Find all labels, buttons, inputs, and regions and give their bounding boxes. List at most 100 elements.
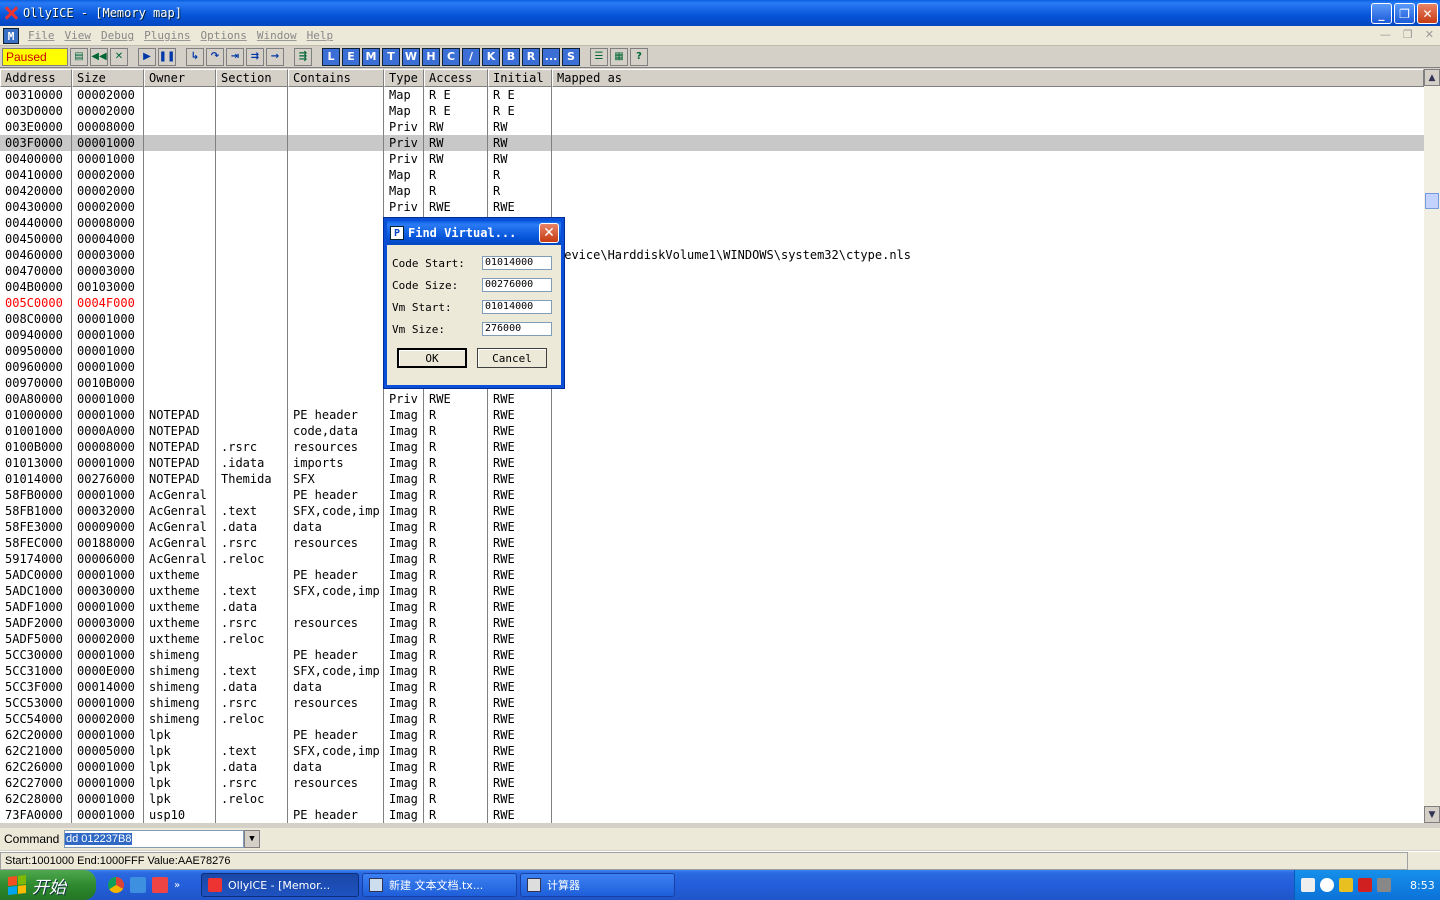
- table-row[interactable]: 62C27000 00001000 lpk .rsrc resources Imag R RW…: [0, 775, 1424, 791]
- run-icon[interactable]: ▶: [138, 47, 156, 66]
- table-row[interactable]: 58FE3000 00009000 AcGenral .data data Imag R RW…: [0, 519, 1424, 535]
- close-button[interactable]: ✕: [1417, 3, 1438, 24]
- handles-button[interactable]: H: [422, 47, 440, 66]
- table-row[interactable]: 01014000 00276000 NOTEPAD Themida SFX Imag R RW…: [0, 471, 1424, 487]
- table-row[interactable]: 01001000 0000A000 NOTEPAD code,data Imag R RWE: [0, 423, 1424, 439]
- start-button[interactable]: 开始: [0, 870, 96, 900]
- shield-icon[interactable]: [1339, 878, 1353, 892]
- execute-till-return-icon[interactable]: →: [266, 47, 284, 66]
- table-row[interactable]: 008C0000 00001000: [0, 311, 1424, 327]
- step-into-icon[interactable]: ↳: [186, 47, 204, 66]
- table-row[interactable]: 59174000 00006000 AcGenral .reloc Imag R RWE: [0, 551, 1424, 567]
- vmware-icon[interactable]: [1377, 878, 1391, 892]
- source-button[interactable]: S: [562, 47, 580, 66]
- table-row[interactable]: 00940000 00001000: [0, 327, 1424, 343]
- column-initial[interactable]: Initial: [488, 69, 552, 87]
- log-window-button[interactable]: L: [322, 47, 340, 66]
- menu-plugins[interactable]: Plugins: [139, 29, 195, 42]
- task-ollyice[interactable]: OllyICE - [Memor...: [201, 873, 359, 897]
- step-over-icon[interactable]: ↷: [206, 47, 224, 66]
- menu-help[interactable]: Help: [302, 29, 339, 42]
- breakpoints-button[interactable]: B: [502, 47, 520, 66]
- code-start-input[interactable]: 01014000: [482, 256, 552, 270]
- table-row[interactable]: 003F0000 00001000 Priv RW RW: [0, 135, 1424, 151]
- memory-map-table[interactable]: 00310000 00002000 Map R ER E 003D0000 0000200…: [0, 87, 1424, 823]
- go-to-icon[interactable]: ⇶: [294, 47, 312, 66]
- table-row[interactable]: 003E0000 00008000 Priv RW RW: [0, 119, 1424, 135]
- table-row[interactable]: 73FA0000 00001000 usp10 PE header Imag R RWE: [0, 807, 1424, 823]
- cancel-button[interactable]: Cancel: [477, 348, 547, 368]
- ollyice-icon[interactable]: [152, 877, 168, 893]
- table-row[interactable]: 5ADC0000 00001000 uxtheme PE header Imag R RWE: [0, 567, 1424, 583]
- appearance-icon[interactable]: ▦: [610, 47, 628, 66]
- scroll-thumb[interactable]: [1425, 193, 1439, 209]
- table-row[interactable]: 00470000 00003000: [0, 263, 1424, 279]
- table-row[interactable]: 5CC3F000 00014000 shimeng .data data Imag R RWE: [0, 679, 1424, 695]
- scroll-up-icon[interactable]: ▲: [1424, 69, 1440, 86]
- column-owner[interactable]: Owner: [144, 69, 216, 87]
- threads-button[interactable]: T: [382, 47, 400, 66]
- table-row[interactable]: 00410000 00002000 Map R R: [0, 167, 1424, 183]
- menu-options[interactable]: Options: [195, 29, 251, 42]
- table-row[interactable]: 5CC53000 00001000 shimeng .rsrc resources Ima…: [0, 695, 1424, 711]
- references-button[interactable]: R: [522, 47, 540, 66]
- table-row[interactable]: 00440000 00008000: [0, 215, 1424, 231]
- run-trace-button[interactable]: ...: [542, 47, 560, 66]
- maximize-button[interactable]: ❐: [1394, 3, 1415, 24]
- pause-icon[interactable]: ❚❚: [158, 47, 176, 66]
- mdi-restore-button[interactable]: ❐: [1403, 28, 1413, 41]
- table-row[interactable]: 62C28000 00001000 lpk .reloc Imag R RWE: [0, 791, 1424, 807]
- minimize-button[interactable]: _: [1371, 3, 1392, 24]
- table-row[interactable]: 00450000 00004000: [0, 231, 1424, 247]
- table-row[interactable]: 58FEC000 00188000 AcGenral .rsrc resources Im…: [0, 535, 1424, 551]
- table-row[interactable]: 003D0000 00002000 Map R ER E: [0, 103, 1424, 119]
- open-icon[interactable]: ▤: [70, 47, 88, 66]
- table-row[interactable]: 00430000 00002000 Priv RWE RWE: [0, 199, 1424, 215]
- menu-debug[interactable]: Debug: [96, 29, 139, 42]
- column-size[interactable]: Size: [72, 69, 144, 87]
- help-icon[interactable]: ?: [630, 47, 648, 66]
- call-stack-button[interactable]: K: [482, 47, 500, 66]
- menu-window[interactable]: Window: [252, 29, 302, 42]
- table-row[interactable]: 62C21000 00005000 lpk .text SFX,code,imp Imag…: [0, 743, 1424, 759]
- table-row[interactable]: 58FB0000 00001000 AcGenral PE header Imag R RW…: [0, 487, 1424, 503]
- mdi-window-icon[interactable]: M: [3, 27, 19, 44]
- table-row[interactable]: 01013000 00001000 NOTEPAD .idata imports Imag…: [0, 455, 1424, 471]
- table-row[interactable]: 5CC30000 00001000 shimeng PE header Imag R RWE: [0, 647, 1424, 663]
- table-row[interactable]: 00460000 00003000 Device\HarddiskVolume1\W…: [0, 247, 1424, 263]
- mdi-close-button[interactable]: ✕: [1425, 28, 1434, 41]
- dialog-title-bar[interactable]: P Find Virtual... ✕: [387, 221, 561, 245]
- table-row[interactable]: 5ADF2000 00003000 uxtheme .rsrc resources Ima…: [0, 615, 1424, 631]
- table-row[interactable]: 00310000 00002000 Map R ER E: [0, 87, 1424, 103]
- title-bar[interactable]: OllyICE - [Memory map] _ ❐ ✕: [0, 0, 1440, 26]
- menu-view[interactable]: View: [60, 29, 97, 42]
- command-input[interactable]: dd 012237B8: [64, 830, 244, 848]
- table-row[interactable]: 5CC31000 0000E000 shimeng .text SFX,code,imp…: [0, 663, 1424, 679]
- scroll-down-icon[interactable]: ▼: [1424, 806, 1440, 823]
- cpu-button[interactable]: C: [442, 47, 460, 66]
- table-row[interactable]: 00950000 00001000: [0, 343, 1424, 359]
- table-row[interactable]: 00400000 00001000 Priv RW RW: [0, 151, 1424, 167]
- memory-map-button[interactable]: M: [362, 47, 380, 66]
- table-row[interactable]: 00420000 00002000 Map R R: [0, 183, 1424, 199]
- table-row[interactable]: 5ADF5000 00002000 uxtheme .reloc Imag R RWE: [0, 631, 1424, 647]
- column-type[interactable]: Type: [384, 69, 424, 87]
- keyboard-icon[interactable]: [1301, 878, 1315, 892]
- trace-into-icon[interactable]: ⇥: [226, 47, 244, 66]
- more-chevron-icon[interactable]: »: [174, 880, 180, 891]
- vm-start-input[interactable]: 01014000: [482, 300, 552, 314]
- table-row[interactable]: 00960000 00001000: [0, 359, 1424, 375]
- table-row[interactable]: 5ADC1000 00030000 uxtheme .text SFX,code,imp…: [0, 583, 1424, 599]
- vm-size-input[interactable]: 276000: [482, 322, 552, 336]
- patches-button[interactable]: /: [462, 47, 480, 66]
- dialog-close-button[interactable]: ✕: [539, 223, 559, 243]
- table-row[interactable]: 00970000 0010B000: [0, 375, 1424, 391]
- back-arrow-icon[interactable]: [1320, 878, 1334, 892]
- table-row[interactable]: 62C20000 00001000 lpk PE header Imag R RWE: [0, 727, 1424, 743]
- windows-button[interactable]: W: [402, 47, 420, 66]
- table-row[interactable]: 58FB1000 00032000 AcGenral .text SFX,code,im…: [0, 503, 1424, 519]
- mdi-minimize-button[interactable]: —: [1380, 28, 1391, 41]
- ok-button[interactable]: OK: [397, 348, 467, 368]
- ie-icon[interactable]: [130, 877, 146, 893]
- restart-icon[interactable]: ◀◀: [90, 47, 108, 66]
